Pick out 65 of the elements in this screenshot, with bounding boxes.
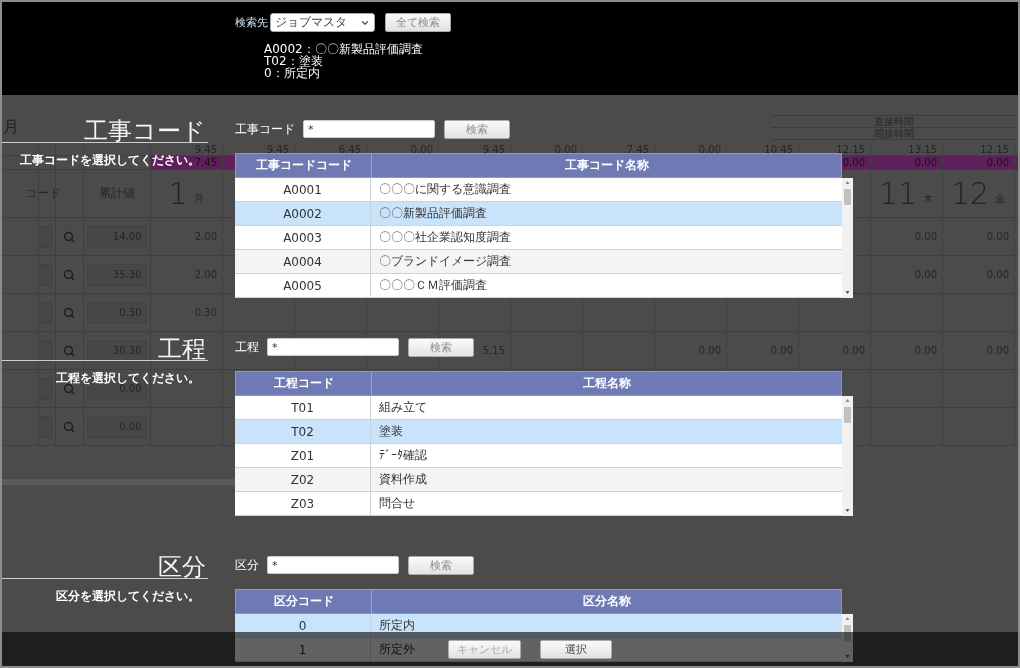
code-text: Z03 [290, 496, 315, 511]
search-target-select[interactable]: ジョブマスタ [270, 13, 375, 32]
overtime-value: 7.45 [194, 157, 217, 168]
code-text: A0003 [283, 230, 322, 245]
horizontal-scrollbar[interactable] [2, 479, 235, 485]
selection-summary-line: A0002：〇〇新製品評価調査 [264, 43, 424, 55]
code-text: A0001 [283, 182, 322, 197]
column-header: 区分コード [236, 590, 372, 613]
selection-summary-line: 0：所定内 [264, 67, 320, 79]
table-row[interactable]: Z01 ﾃﾞｰﾀ確認 [235, 444, 842, 468]
code-text: A0005 [283, 278, 322, 293]
column-header: 工事コードコード [236, 154, 372, 177]
name-text: ﾃﾞｰﾀ確認 [379, 447, 427, 464]
row-button[interactable] [41, 339, 52, 362]
scrollbar[interactable] [842, 614, 853, 662]
selection-summary-line: T02：塗装 [264, 55, 324, 67]
overtime-value: 0.00 [986, 157, 1009, 168]
overtime-value: 0.00 [842, 157, 865, 168]
table-row[interactable]: A0004 〇ブランドイメージ調査 [235, 250, 842, 274]
search-icon[interactable] [63, 382, 75, 395]
field-label: 工事コード [235, 120, 295, 138]
code-text: Z02 [290, 472, 315, 487]
table-row[interactable]: 0 所定内 [235, 614, 842, 638]
section-prompt: 区分を選択してください。 [56, 588, 200, 605]
table-row[interactable]: A0005 〇〇〇ＣＭ評価調査 [235, 274, 842, 298]
code-text: A0002 [283, 206, 322, 221]
search-target-label: 検索先 [235, 15, 268, 30]
search-field[interactable]: * [267, 338, 399, 356]
code-text: Z01 [290, 448, 315, 463]
name-text: 所定内 [379, 617, 415, 634]
section-heading: 区分 [2, 556, 208, 579]
section-prompt: 工程を選択してください。 [56, 370, 200, 385]
search-field[interactable]: * [303, 120, 435, 138]
table-row[interactable]: A0002 〇〇新製品評価調査 [235, 202, 842, 226]
name-text: 問合せ [379, 495, 415, 512]
name-text: 組み立て [379, 399, 427, 416]
column-header: 区分名称 [581, 593, 632, 610]
name-text: 〇〇〇に関する意識調査 [379, 181, 511, 198]
column-header: 工程コード [236, 372, 372, 395]
table-row[interactable]: A0001 〇〇〇に関する意識調査 [235, 178, 842, 202]
field-label: 工程 [235, 338, 259, 356]
name-text: 資料作成 [379, 471, 427, 488]
field-label: 区分 [235, 556, 259, 574]
overtime-value: 0.00 [914, 157, 937, 168]
code-text: A0004 [283, 254, 322, 269]
code-text: 1 [298, 642, 307, 657]
name-text: 〇〇新製品評価調査 [379, 205, 487, 222]
scrollbar[interactable] [842, 178, 853, 298]
name-text: 〇ブランドイメージ調査 [379, 253, 511, 270]
name-text: 塗装 [379, 423, 403, 440]
table-row[interactable]: A0003 〇〇〇社企業認知度調査 [235, 226, 842, 250]
name-text: 〇〇〇社企業認知度調査 [379, 229, 511, 246]
code-text: T01 [291, 400, 314, 415]
table-row[interactable]: T02 塗装 [235, 420, 842, 444]
scrollbar[interactable] [842, 396, 853, 516]
column-header: 工事コード名称 [563, 157, 650, 174]
column-header: 工程名称 [581, 375, 632, 392]
code-text: T02 [291, 424, 314, 439]
table-row[interactable]: Z02 資料作成 [235, 468, 842, 492]
name-text: 所定外 [379, 641, 415, 658]
name-text: 〇〇〇ＣＭ評価調査 [379, 277, 487, 294]
table-row[interactable]: T01 組み立て [235, 396, 842, 420]
code-text: 0 [298, 618, 307, 633]
table-row[interactable]: Z03 問合せ [235, 492, 842, 516]
search-field[interactable]: * [267, 556, 399, 574]
